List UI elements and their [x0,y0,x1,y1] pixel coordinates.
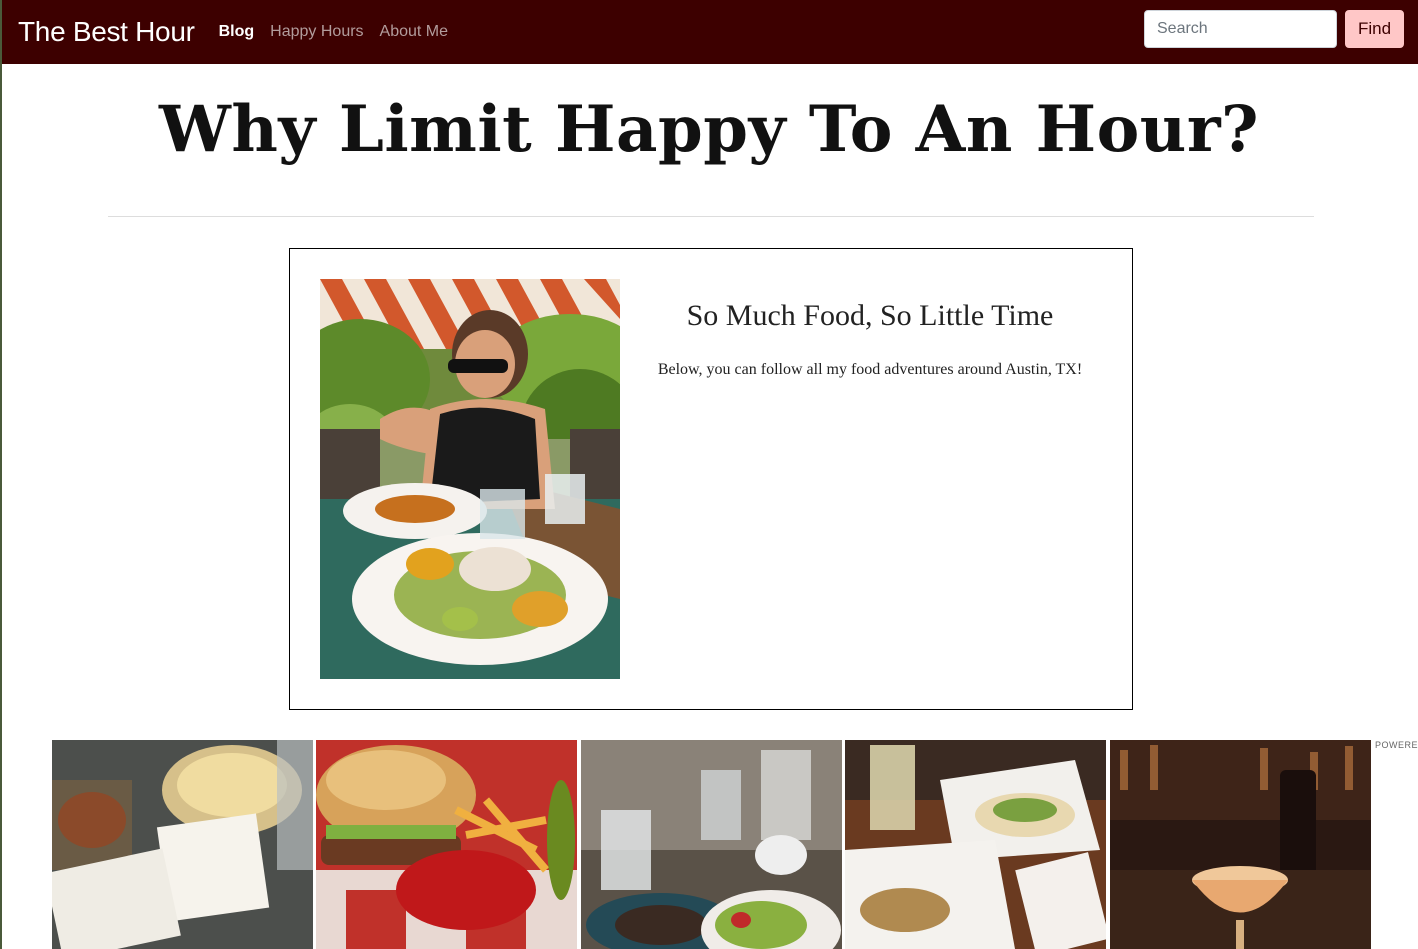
brand-logo[interactable]: The Best Hour [18,16,195,48]
profile-photo [320,279,620,679]
post-title: So Much Food, So Little Time [686,299,1054,332]
intro-card: So Much Food, So Little Time Below, you … [289,248,1133,710]
nav-link-happy-hours[interactable]: Happy Hours [270,23,363,41]
post-text: Below, you can follow all my food advent… [657,361,1083,378]
feed-photo-salad[interactable] [581,740,842,949]
powered-label: POWERED [1375,740,1418,750]
nav-link-blog[interactable]: Blog [219,23,255,41]
search-input[interactable] [1144,10,1337,48]
divider [108,216,1314,217]
feed-photo-popcorn[interactable] [52,740,313,949]
feed-photo-cocktail[interactable] [1110,740,1371,949]
page-title: Why Limit Happy To An Hour? [158,92,1260,167]
find-button[interactable]: Find [1345,10,1404,48]
feed-photo-burger[interactable] [316,740,577,949]
feed-photo-tacos[interactable] [845,740,1106,949]
nav-link-about-me[interactable]: About Me [380,23,448,41]
